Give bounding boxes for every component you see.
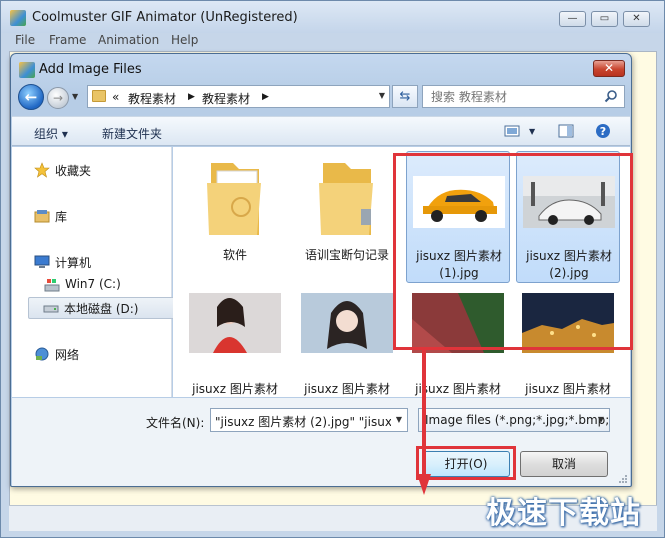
file-list: 软件 语训宝断句记录 jisuxz 图片素材 (1).jpg jisuxz 图片… xyxy=(173,147,630,413)
minimize-button[interactable]: — xyxy=(559,11,586,27)
filetype-select[interactable]: Image files (*.png;*.jpg;*.bmp;*.gif) ▼ xyxy=(418,408,610,432)
app-close-button[interactable]: ✕ xyxy=(623,11,650,27)
address-dropdown-icon[interactable]: ▼ xyxy=(379,91,385,100)
menu-file[interactable]: File xyxy=(15,33,35,47)
computer-icon xyxy=(34,255,50,268)
help-icon[interactable]: ? xyxy=(595,123,611,139)
view-dropdown-icon[interactable]: ▼ xyxy=(529,127,535,136)
breadcrumb-separator-icon[interactable]: ▶ xyxy=(262,92,269,102)
folder-icon xyxy=(207,163,261,235)
menu-frame[interactable]: Frame xyxy=(49,33,86,47)
file-name: jisuxz 图片素材 (1).jpg xyxy=(416,249,502,280)
nav-label: 库 xyxy=(55,210,68,224)
app-menu-bar: File Frame Animation Help xyxy=(1,33,664,50)
back-button[interactable]: ← xyxy=(18,84,44,110)
watermark: 极速下载站 xyxy=(486,496,641,531)
annotation-arrow-icon xyxy=(417,350,431,495)
nav-label: 计算机 xyxy=(55,256,92,270)
file-name: 软件 xyxy=(222,248,247,262)
search-input[interactable] xyxy=(423,86,603,107)
nav-label: 网络 xyxy=(55,348,80,362)
image-thumbnail xyxy=(523,176,615,228)
star-icon xyxy=(34,162,50,178)
image-thumbnail xyxy=(413,176,505,228)
library-icon xyxy=(34,210,50,223)
search-icon[interactable] xyxy=(604,89,618,103)
open-button[interactable]: 打开(O) xyxy=(422,451,510,477)
dialog-close-button[interactable]: ✕ xyxy=(593,60,625,77)
nav-label: 本地磁盘 (D:) xyxy=(64,302,139,316)
image-thumbnail xyxy=(522,293,614,353)
chevron-down-icon[interactable]: ▼ xyxy=(391,409,407,431)
view-options-icon[interactable] xyxy=(504,123,520,139)
address-bar[interactable]: « 教程素材 ▶ 教程素材 ▶ ▼ xyxy=(87,85,390,108)
arrow-right-icon: → xyxy=(52,91,64,105)
network-icon xyxy=(35,347,49,361)
nav-label: Win7 (C:) xyxy=(65,277,121,291)
menu-help[interactable]: Help xyxy=(171,33,198,47)
refresh-icon: ⇆ xyxy=(399,89,411,104)
file-name: 语训宝断句记录 xyxy=(304,248,389,262)
nav-drive-d[interactable]: 本地磁盘 (D:) xyxy=(28,297,178,319)
folder-icon xyxy=(319,163,373,235)
breadcrumb-item[interactable]: 教程素材 xyxy=(202,90,250,107)
preview-pane-icon[interactable] xyxy=(558,123,574,139)
filename-combobox[interactable]: "jisuxz 图片素材 (2).jpg" "jisuxz 图片素材 (1).j… xyxy=(210,408,408,432)
dialog-title: Add Image Files xyxy=(39,62,142,77)
filename-label: 文件名(N): xyxy=(146,416,205,430)
filetype-value: Image files (*.png;*.jpg;*.bmp;*.gif) xyxy=(425,413,610,427)
search-box[interactable] xyxy=(422,85,625,108)
chevron-down-icon[interactable]: ▼ xyxy=(593,409,609,431)
image-thumbnail xyxy=(301,293,393,353)
organize-menu[interactable]: 组织 ▾ xyxy=(34,125,68,142)
filename-field[interactable]: "jisuxz 图片素材 (2).jpg" "jisuxz 图片素材 (1).j… xyxy=(215,413,407,430)
resize-grip-icon[interactable] xyxy=(618,474,628,484)
refresh-button[interactable]: ⇆ xyxy=(392,85,418,108)
folder-item[interactable]: 语训宝断句记录 xyxy=(295,151,399,283)
breadcrumb-item[interactable]: 教程素材 xyxy=(128,90,176,107)
breadcrumb-separator-icon[interactable]: ▶ xyxy=(188,92,195,102)
app-title: Coolmuster GIF Animator (UnRegistered) xyxy=(32,10,298,25)
dialog-logo-icon xyxy=(19,62,35,78)
add-image-files-dialog: Add Image Files ✕ ← → ▼ « 教程素材 ▶ 教程素材 ▶ … xyxy=(10,53,633,495)
folder-icon xyxy=(92,90,106,102)
svg-text:?: ? xyxy=(600,125,606,138)
system-drive-icon xyxy=(44,279,60,292)
cancel-button[interactable]: 取消 xyxy=(520,451,608,477)
navigation-pane: 收藏夹 库 计算机 Win7 (C:) 本地磁盘 (D:) 网络 xyxy=(12,147,178,397)
image-thumbnail xyxy=(189,293,281,353)
app-title-bar: Coolmuster GIF Animator (UnRegistered) —… xyxy=(1,1,664,33)
recent-locations-dropdown[interactable]: ▼ xyxy=(72,92,78,101)
app-logo-icon xyxy=(10,10,26,26)
new-folder-button[interactable]: 新建文件夹 xyxy=(102,125,162,142)
image-file-item[interactable]: jisuxz 图片素材 (2).jpg xyxy=(516,151,620,283)
menu-animation[interactable]: Animation xyxy=(98,33,159,47)
maximize-button[interactable]: ▭ xyxy=(591,11,618,27)
file-name: jisuxz 图片素材 (2).jpg xyxy=(526,249,612,280)
folder-item[interactable]: 软件 xyxy=(183,151,287,283)
image-file-item[interactable]: jisuxz 图片素材 (1).jpg xyxy=(406,151,510,283)
nav-label: 收藏夹 xyxy=(55,164,92,178)
command-toolbar: 组织 ▾ 新建文件夹 ▼ ? xyxy=(12,116,630,146)
forward-button[interactable]: → xyxy=(47,87,69,109)
dialog-footer: 文件名(N): "jisuxz 图片素材 (2).jpg" "jisuxz 图片… xyxy=(12,398,630,486)
arrow-left-icon: ← xyxy=(24,88,38,106)
drive-icon xyxy=(43,305,59,313)
address-overflow-chevron[interactable]: « xyxy=(112,90,119,104)
